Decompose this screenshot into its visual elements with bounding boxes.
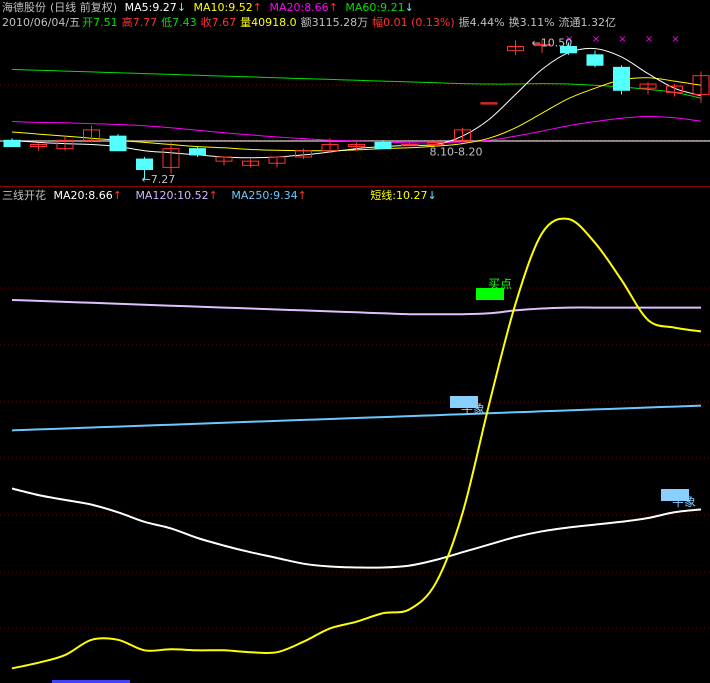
candle-body <box>613 66 630 91</box>
top-panel-grid <box>0 84 710 142</box>
candle-body <box>109 135 127 152</box>
indicator-signals: 买点牛象牛象 <box>52 277 696 683</box>
candle-body <box>136 158 153 170</box>
buy-signal-text: 买点 <box>488 277 512 291</box>
candle-body <box>586 54 604 66</box>
candle <box>268 156 286 168</box>
bull-signal-1-text: 牛象 <box>461 401 485 416</box>
stock-chart: × × × × ×←10.50←7.278.10-8.20 买点牛象牛象 <box>0 34 710 683</box>
candle <box>586 50 604 68</box>
indicator-line-3 <box>11 217 702 670</box>
min-price-label: ←7.27 <box>142 173 176 186</box>
candle <box>83 125 100 143</box>
range-note-label: 8.10-8.20 <box>430 145 483 158</box>
indicator-line-0 <box>11 299 701 316</box>
limit-marker-1: × <box>592 34 600 45</box>
bull-signal-2: 牛象 <box>661 489 696 509</box>
candle <box>30 142 47 151</box>
max-price-label: ←10.50 <box>532 36 573 49</box>
candle-body <box>189 148 206 156</box>
candle <box>3 138 21 148</box>
indicator-line-2 <box>11 487 702 569</box>
limit-marker-3: × <box>645 34 653 45</box>
candlesticks <box>3 40 710 180</box>
bull-signal-1: 牛象 <box>450 396 485 416</box>
candle <box>639 81 657 95</box>
candle <box>454 127 471 143</box>
candle <box>692 71 710 103</box>
candle <box>242 159 259 168</box>
candle-body <box>374 141 392 150</box>
candle <box>162 142 180 174</box>
limit-marker-2: × <box>618 34 626 45</box>
indicator-lines <box>11 217 702 670</box>
candle <box>215 156 233 166</box>
candle-body <box>3 139 21 148</box>
top-line-ma60 <box>11 68 702 99</box>
bull-signal-2-text: 牛象 <box>672 494 696 509</box>
candle <box>109 134 127 152</box>
indicator-line-1 <box>11 404 702 432</box>
buy-signal: 买点 <box>476 277 512 300</box>
candle <box>480 102 498 105</box>
candle-body <box>480 102 498 105</box>
candle <box>613 65 630 95</box>
candle <box>507 40 524 55</box>
bottom-panel-grid <box>0 287 710 629</box>
limit-marker-4: × <box>671 34 679 45</box>
